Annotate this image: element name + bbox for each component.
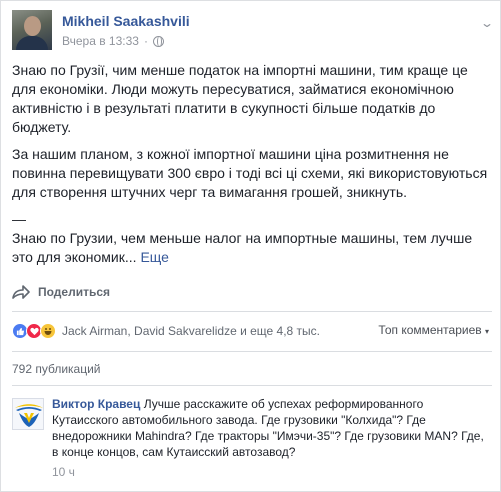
share-label: Поделиться xyxy=(38,285,111,299)
comment-time[interactable]: 10 ч xyxy=(52,464,492,480)
meta-separator: · xyxy=(143,34,148,48)
comment-body: Виктор Кравец Лучше расскажите об успеха… xyxy=(52,396,492,480)
divider xyxy=(12,385,492,386)
author-name[interactable]: Mikheil Saakashvili xyxy=(62,13,190,29)
divider xyxy=(12,311,492,312)
see-more-link[interactable]: Еще xyxy=(140,249,169,265)
post-timestamp[interactable]: Вчера в 13:33 xyxy=(62,34,139,48)
shares-count[interactable]: 792 публикаций xyxy=(12,362,101,376)
haha-reaction-icon xyxy=(40,323,56,339)
post-card: Mikheil Saakashvili Вчера в 13:33 · ⌄ Зн… xyxy=(0,0,501,492)
comment-sort-label: Топ комментариев xyxy=(378,323,482,337)
caret-down-icon: ▾ xyxy=(484,327,489,336)
comment-author[interactable]: Виктор Кравец xyxy=(52,397,140,411)
post-paragraph: Знаю по Грузії, чим менше податок на імп… xyxy=(12,62,468,135)
comment-text-block: Виктор Кравец Лучше расскажите об успеха… xyxy=(52,396,492,460)
reactions-bar[interactable]: Jack Airman, David Sakvarelidze и еще 4,… xyxy=(12,321,320,341)
post-paragraph-truncated: Знаю по Грузии, чем меньше налог на импо… xyxy=(12,230,473,265)
reactions-summary[interactable]: Jack Airman, David Sakvarelidze и еще 4,… xyxy=(62,324,320,338)
divider xyxy=(12,351,492,352)
post-text: Знаю по Грузії, чим менше податок на імп… xyxy=(12,61,492,275)
author-avatar[interactable] xyxy=(12,10,52,50)
share-button[interactable]: Поделиться xyxy=(12,280,110,304)
commenter-avatar[interactable] xyxy=(12,398,44,430)
post-paragraph: За нашим планом, з кожної імпортної маши… xyxy=(12,146,488,200)
comment-sort-dropdown[interactable]: Топ комментариев ▾ xyxy=(378,323,489,337)
share-arrow-icon xyxy=(12,285,30,299)
post-header: Mikheil Saakashvili Вчера в 13:33 · ⌄ xyxy=(12,10,494,54)
post-meta: Вчера в 13:33 · xyxy=(62,34,164,48)
globe-icon[interactable] xyxy=(152,35,164,47)
post-separator-line: — xyxy=(12,211,26,227)
chevron-down-icon[interactable]: ⌄ xyxy=(480,16,494,30)
commenter-logo-icon xyxy=(15,404,43,427)
post-paragraph: Знаю по Грузии, чем меньше налог на импо… xyxy=(12,229,492,267)
